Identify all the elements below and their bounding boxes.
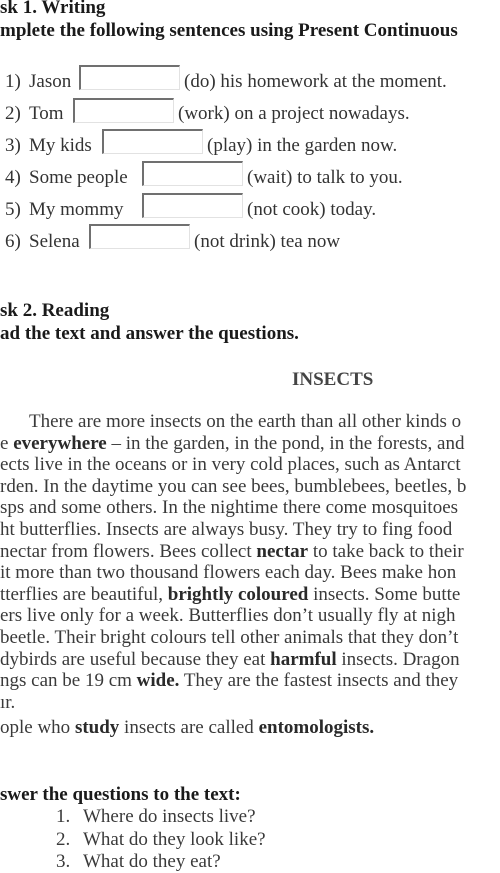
exercise-subject: Tom xyxy=(29,103,64,124)
exercise-text: (not cook) today. xyxy=(247,199,377,220)
text-segment: They are the fastest insects and they xyxy=(179,670,459,692)
question-number: 3. xyxy=(56,851,71,872)
questions-title: swer the questions to the text: xyxy=(0,784,241,805)
text-segment: tterflies are beautiful, xyxy=(0,583,168,605)
bold-keyword: everywhere xyxy=(13,432,107,454)
question-text: What do they look like? xyxy=(83,829,266,850)
text-segment: insects. Some butte xyxy=(308,583,461,605)
text-line: it more than two thousand flowers each d… xyxy=(0,561,456,585)
task1-instruction: mplete the following sentences using Pre… xyxy=(0,20,458,41)
text-segment: ht butterflies. Insects are always busy.… xyxy=(0,519,453,540)
exercise-number: 2) xyxy=(5,103,21,124)
text-line: ht butterflies. Insects are always busy.… xyxy=(0,518,452,542)
question-text: Where do insects live? xyxy=(83,806,256,827)
question-item: 3. What do they eat? xyxy=(56,851,221,873)
text-segment: There are more insects on the earth than… xyxy=(29,411,462,432)
text-title: INSECTS xyxy=(292,369,374,390)
task2-instruction: ad the text and answer the questions. xyxy=(0,323,299,344)
bold-keyword: wide. xyxy=(136,670,180,692)
text-line: There are more insects on the earth than… xyxy=(29,410,461,434)
task2-title: sk 2. Reading xyxy=(0,300,110,321)
task1-title: sk 1. Writing xyxy=(0,0,106,18)
text-line: nectar from flowers. Bees collect nectar… xyxy=(0,540,464,564)
exercise-subject: My mommy xyxy=(29,199,124,220)
bold-keyword: harmful xyxy=(270,648,337,670)
text-segment: ects live in the oceans or in very cold … xyxy=(0,454,461,476)
exercise-subject: My kids xyxy=(29,135,92,156)
exercise-number: 6) xyxy=(5,231,21,252)
text-line: ır. xyxy=(0,691,15,715)
text-segment: e xyxy=(0,432,14,454)
exercise-number: 5) xyxy=(5,199,21,220)
answer-box[interactable] xyxy=(89,224,190,249)
question-number: 1. xyxy=(56,806,71,827)
exercise-number: 1) xyxy=(5,71,21,92)
text-segment: ır. xyxy=(0,691,16,713)
text-segment: – in the garden, in the pond, in the for… xyxy=(106,432,465,454)
question-text: What do they eat? xyxy=(83,851,221,872)
text-segment: nectar from flowers. Bees collect xyxy=(0,540,257,562)
text-line: sps and some others. In the nightime the… xyxy=(0,496,458,520)
text-segment: dybirds are useful because they eat xyxy=(0,648,271,670)
text-segment: ople who xyxy=(0,717,75,739)
text-line: beetle. Their bright colours tell other … xyxy=(0,626,458,650)
bold-keyword: brightly coloured xyxy=(167,583,309,605)
question-item: 2. What do they look like? xyxy=(56,829,266,851)
text-segment: to take back to their xyxy=(308,540,464,562)
exercise-text: (wait) to talk to you. xyxy=(247,167,403,188)
worksheet-page: sk 1. Writing mplete the following sente… xyxy=(0,0,500,873)
text-segment: insects are called xyxy=(119,717,259,739)
text-segment: it more than two thousand flowers each d… xyxy=(0,562,457,584)
bold-keyword: entomologists. xyxy=(258,717,375,739)
exercise-subject: Jason xyxy=(29,71,72,92)
answer-box[interactable] xyxy=(142,161,243,186)
answer-box[interactable] xyxy=(73,98,174,123)
text-line: ople who study insects are called entomo… xyxy=(0,716,374,740)
text-line: ects live in the oceans or in very cold … xyxy=(0,453,461,477)
exercise-number: 3) xyxy=(5,135,21,156)
exercise-subject: Selena xyxy=(29,231,80,252)
exercise-subject: Some people xyxy=(29,167,128,188)
exercise-text: (work) on a project nowadays. xyxy=(178,103,410,124)
exercise-text: (not drink) tea now xyxy=(194,231,341,252)
text-segment: insects. Dragon xyxy=(336,648,460,670)
exercise-number: 4) xyxy=(5,167,21,188)
text-line: ers live only for a week. Butterflies do… xyxy=(0,604,456,628)
text-segment: rden. In the daytime you can see bees, b… xyxy=(0,475,467,497)
text-segment: beetle. Their bright colours tell other … xyxy=(0,627,459,648)
text-segment: sps and some others. In the nightime the… xyxy=(0,497,459,519)
answer-box[interactable] xyxy=(142,193,243,218)
text-line: tterflies are beautiful, brightly colour… xyxy=(0,583,460,607)
exercise-text: (play) in the garden now. xyxy=(207,135,398,156)
bold-keyword: study xyxy=(74,717,120,739)
exercise-text: (do) his homework at the moment. xyxy=(184,71,447,92)
text-segment: ngs can be 19 cm xyxy=(0,670,137,692)
bold-keyword: nectar xyxy=(256,540,309,562)
text-line: ngs can be 19 cm wide. They are the fast… xyxy=(0,669,458,693)
text-line: dybirds are useful because they eat harm… xyxy=(0,648,460,672)
text-segment: ers live only for a week. Butterflies do… xyxy=(0,605,456,627)
text-line: e everywhere – in the garden, in the pon… xyxy=(0,432,465,456)
question-number: 2. xyxy=(56,829,71,850)
answer-box[interactable] xyxy=(79,65,180,90)
answer-box[interactable] xyxy=(102,129,203,154)
question-item: 1. Where do insects live? xyxy=(56,806,256,828)
text-line: rden. In the daytime you can see bees, b… xyxy=(0,475,466,499)
